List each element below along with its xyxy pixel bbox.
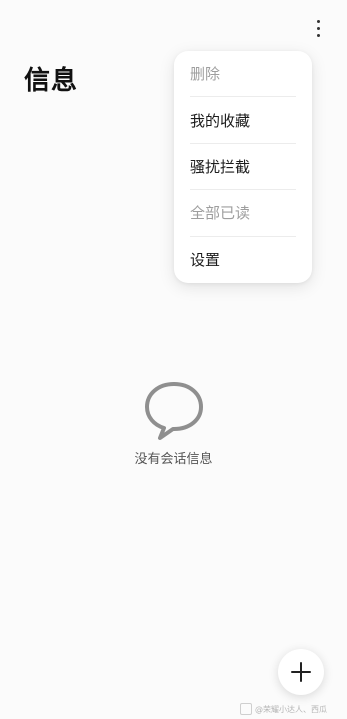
empty-state-text: 没有会话信息 [134, 452, 213, 467]
overflow-menu: 删除 我的收藏 骚扰拦截 全部已读 设置 [174, 51, 312, 283]
watermark-logo-icon [240, 703, 252, 715]
menu-item-mark-all-read[interactable]: 全部已读 [190, 190, 296, 237]
messages-screen: 信息 删除 我的收藏 骚扰拦截 全部已读 设置 没有会话信息 @荣耀小达人、西瓜 [0, 0, 347, 719]
plus-icon [291, 662, 311, 682]
menu-item-settings[interactable]: 设置 [190, 237, 296, 283]
chat-bubble-icon [144, 382, 203, 440]
watermark: @荣耀小达人、西瓜 [240, 703, 327, 715]
menu-item-favorites[interactable]: 我的收藏 [190, 97, 296, 144]
menu-item-spam-block[interactable]: 骚扰拦截 [190, 144, 296, 191]
menu-item-delete[interactable]: 删除 [190, 51, 296, 98]
more-vertical-icon [316, 19, 320, 23]
page-title: 信息 [24, 66, 79, 96]
new-message-button[interactable] [278, 649, 324, 695]
watermark-text: @荣耀小达人、西瓜 [255, 704, 327, 714]
more-dot [316, 26, 320, 30]
empty-state: 没有会话信息 [0, 380, 347, 467]
more-dot [316, 33, 320, 37]
more-options-button[interactable] [306, 14, 330, 42]
